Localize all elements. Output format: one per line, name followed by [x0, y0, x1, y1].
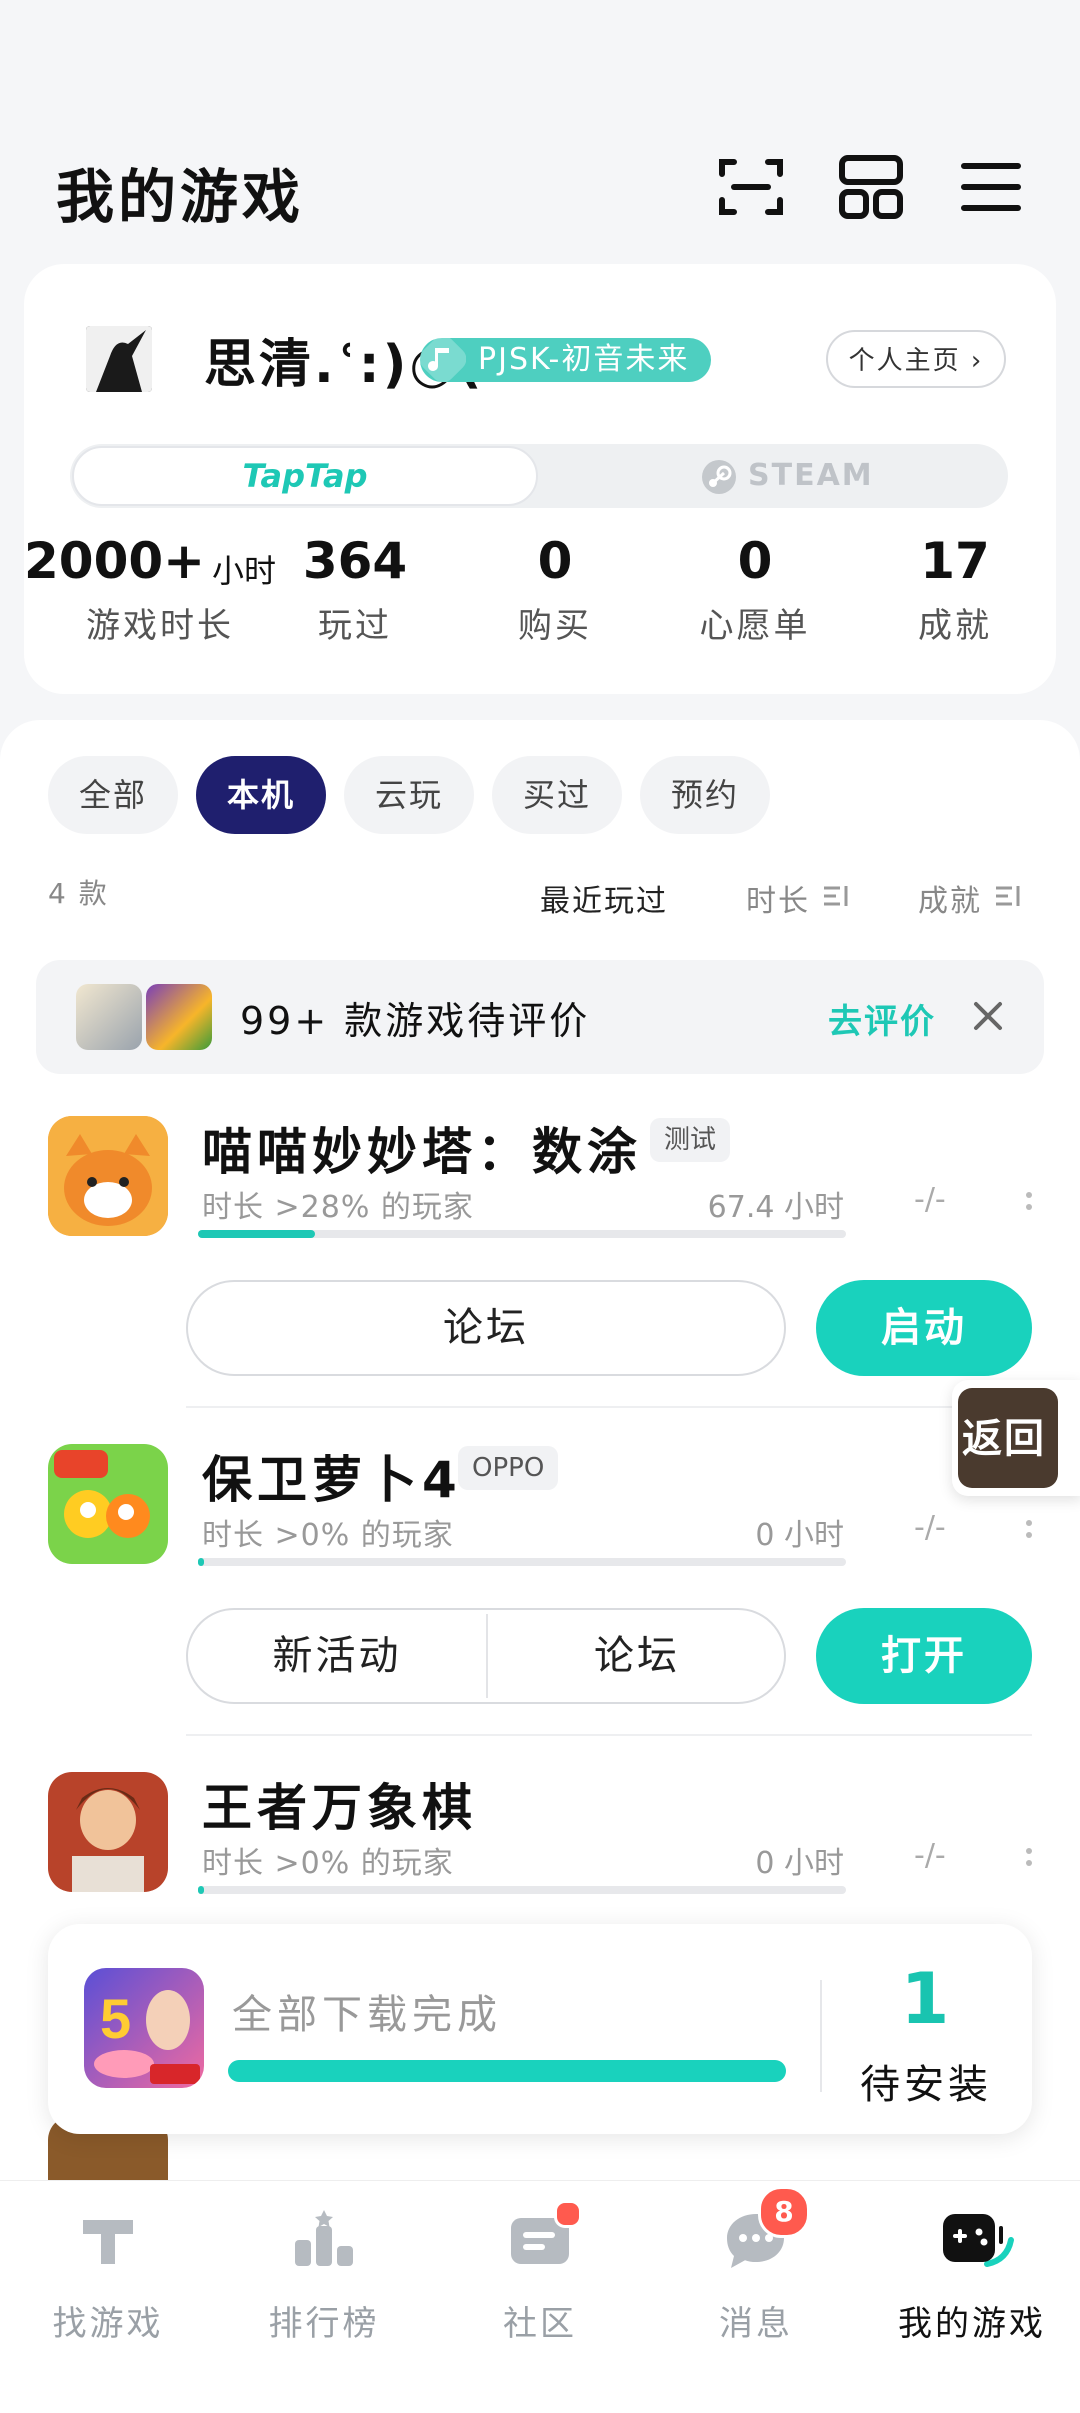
my-games-icon[interactable] — [937, 2206, 1017, 2276]
playtime-percentile: 时长 >0% 的玩家 — [202, 1846, 454, 1881]
playtime-hours: 0 小时 — [755, 1518, 844, 1553]
close-icon[interactable] — [970, 998, 1006, 1034]
game-icon[interactable] — [48, 1116, 168, 1236]
game-count: 4 款 — [48, 877, 109, 910]
tab-find-games[interactable]: 找游戏 — [0, 2296, 216, 2345]
stat-label[interactable]: 成就 — [890, 598, 1020, 647]
return-float-button[interactable]: 返回 — [952, 1380, 1080, 1496]
game-title[interactable]: 喵喵妙妙塔：数涂 — [202, 1112, 642, 1184]
pending-install-label[interactable]: 待安装 — [856, 2052, 996, 2110]
playtime-percentile: 时长 >0% 的玩家 — [202, 1518, 454, 1553]
platform-taptap-tab[interactable]: TapTap — [72, 446, 538, 506]
filter-chip-cloud[interactable]: 云玩 — [344, 756, 474, 834]
stat-value: 0 — [737, 532, 773, 590]
notification-dot — [554, 2200, 582, 2228]
stat-label[interactable]: 心愿单 — [680, 598, 830, 647]
divider — [186, 1734, 1032, 1736]
more-options-icon[interactable] — [1026, 1192, 1034, 1216]
pending-install-count: 1 — [900, 1958, 950, 2040]
tab-messages[interactable]: 消息 — [648, 2296, 864, 2345]
more-options-icon[interactable] — [1026, 1848, 1034, 1872]
profile-link-button[interactable]: 个人主页 › — [826, 330, 1006, 388]
new-event-button[interactable]: 新活动 — [188, 1610, 486, 1702]
messages-badge: 8 — [758, 2186, 810, 2238]
game-title[interactable]: 王者万象棋 — [202, 1768, 477, 1840]
playtime-bar — [198, 1558, 846, 1566]
forum-button[interactable]: 论坛 — [186, 1280, 786, 1376]
find-games-icon[interactable] — [73, 2206, 143, 2276]
stat-label[interactable]: 购买 — [490, 598, 620, 647]
return-label: 返回 — [962, 1416, 1046, 1462]
tab-community[interactable]: 社区 — [432, 2296, 648, 2345]
playtime-percentile: 时长 >28% 的玩家 — [202, 1190, 474, 1225]
forum-button[interactable]: 论坛 — [488, 1610, 786, 1702]
playtime-hours: 0 小时 — [755, 1846, 844, 1881]
achievement-count: -/- — [914, 1510, 946, 1545]
button-group: 新活动 论坛 — [186, 1608, 786, 1704]
ranking-icon[interactable] — [289, 2206, 359, 2276]
steam-icon — [700, 458, 738, 496]
more-options-icon[interactable] — [1026, 1520, 1034, 1544]
music-note-icon — [419, 335, 467, 383]
divider — [186, 1406, 1032, 1408]
game-title[interactable]: 保卫萝卜4 — [202, 1440, 462, 1512]
playtime-bar — [198, 1886, 846, 1894]
stat-unit: 小时 — [212, 552, 277, 590]
playtime-bar-fill — [198, 1886, 204, 1894]
filter-chip-all[interactable]: 全部 — [48, 756, 178, 834]
game-icon[interactable] — [48, 1772, 168, 1892]
sort-achievements[interactable]: 成就 — [918, 876, 982, 920]
divider — [820, 1980, 822, 2092]
game-icon[interactable] — [48, 1444, 168, 1564]
review-banner-text: 99+ 款游戏待评价 — [240, 999, 591, 1043]
review-action-link[interactable]: 去评价 — [828, 994, 936, 1043]
download-progress-bar — [228, 2060, 786, 2082]
layout-grid-icon[interactable] — [836, 152, 906, 222]
stat-value: 364 — [302, 532, 408, 590]
svg-text:5: 5 — [100, 1987, 131, 2050]
sort-icon — [994, 882, 1022, 910]
stat-value: 0 — [537, 532, 573, 590]
stat-label[interactable]: 玩过 — [290, 598, 420, 647]
platform-steam-tab[interactable]: STEAM — [748, 446, 1048, 506]
game-thumbnail — [146, 984, 212, 1050]
game-tag: OPPO — [458, 1446, 559, 1490]
game-icon: 5 — [84, 1968, 204, 2088]
avatar[interactable] — [86, 326, 152, 392]
playtime-bar-fill — [198, 1230, 315, 1238]
sort-icon — [822, 882, 850, 910]
game-tag: 测试 — [650, 1118, 731, 1162]
tab-ranking[interactable]: 排行榜 — [216, 2296, 432, 2345]
playtime-bar — [198, 1230, 846, 1238]
stat-value: 2000+ — [24, 532, 206, 590]
open-button[interactable]: 打开 — [816, 1608, 1032, 1704]
filter-chip-purchased[interactable]: 买过 — [492, 756, 622, 834]
playtime-bar-fill — [198, 1558, 204, 1566]
stat-value: 17 — [920, 532, 990, 590]
filter-chip-reserved[interactable]: 预约 — [640, 756, 770, 834]
achievement-count: -/- — [914, 1182, 946, 1217]
game-thumbnail — [76, 984, 142, 1050]
sort-playtime[interactable]: 时长 — [746, 876, 810, 920]
menu-icon[interactable] — [956, 152, 1026, 222]
scan-icon[interactable] — [716, 152, 786, 222]
filter-chip-local[interactable]: 本机 — [196, 756, 326, 834]
page-title: 我的游戏 — [56, 163, 305, 231]
achievement-count: -/- — [914, 1838, 946, 1873]
playtime-hours: 67.4 小时 — [707, 1190, 844, 1225]
tab-my-games[interactable]: 我的游戏 — [864, 2296, 1080, 2345]
download-status: 全部下载完成 — [232, 1992, 502, 2038]
stat-label[interactable]: 游戏时长 — [70, 598, 250, 647]
sort-recent[interactable]: 最近玩过 — [540, 876, 668, 920]
launch-button[interactable]: 启动 — [816, 1280, 1032, 1376]
